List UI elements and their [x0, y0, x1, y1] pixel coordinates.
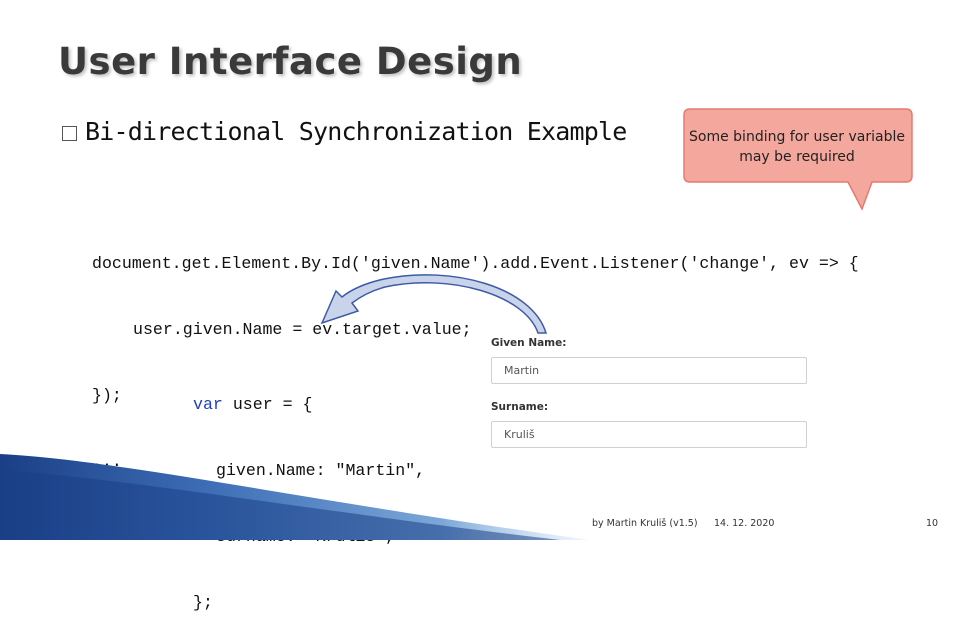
- code-line: var user = {: [193, 394, 425, 416]
- code-line: };: [193, 593, 213, 612]
- page-number: 10: [926, 518, 939, 529]
- code-keyword: var: [193, 395, 223, 414]
- footer-date: 14. 12. 2020: [714, 518, 775, 529]
- bullet-square-icon: [62, 126, 77, 141]
- slide-title: User Interface Design: [58, 40, 523, 83]
- bullet-item: Bi-directional Synchronization Example: [62, 117, 627, 146]
- bullet-text: Bi-directional Synchronization Example: [85, 117, 627, 146]
- surname-label: Surname:: [491, 401, 549, 413]
- given-name-input[interactable]: Martin: [491, 357, 807, 384]
- given-name-label: Given Name:: [491, 337, 567, 349]
- curved-arrow-icon: [320, 274, 548, 334]
- callout: Some binding for user variable may be re…: [680, 106, 916, 212]
- footer-author: by Martin Kruliš (v1.5): [592, 518, 698, 529]
- code-decl: user = {: [222, 395, 313, 414]
- callout-text: Some binding for user variable may be re…: [689, 129, 905, 165]
- decorative-swoosh-icon: [0, 454, 590, 540]
